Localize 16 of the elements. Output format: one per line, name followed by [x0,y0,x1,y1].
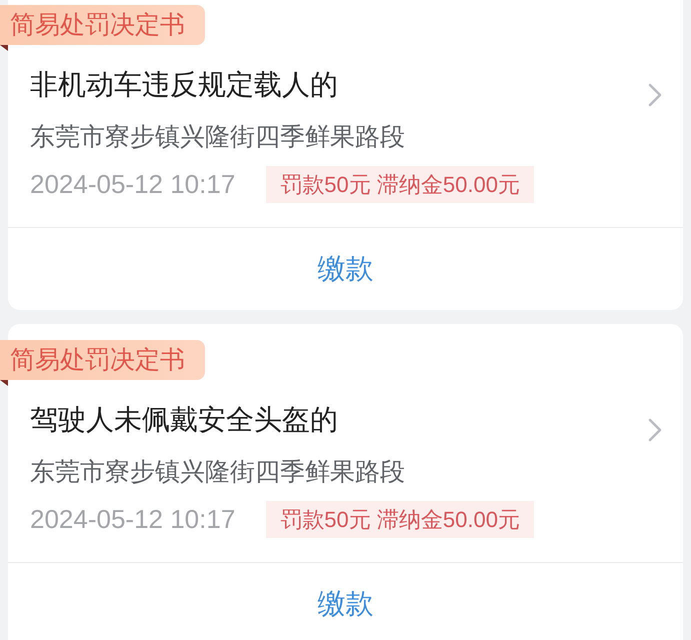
pay-button[interactable]: 缴款 [318,584,374,624]
ribbon-fold-icon [0,380,8,386]
violation-location: 东莞市寮步镇兴隆街四季鲜果路段 [30,457,405,488]
notice-type-badge: 简易处罚决定书 [0,5,205,45]
chevron-right-icon[interactable] [648,418,662,442]
fine-amount-tag: 罚款50元 滞纳金50.00元 [266,501,534,538]
violation-title: 非机动车违反规定载人的 [30,68,338,102]
chevron-right-icon[interactable] [648,83,662,107]
ribbon-fold-icon [0,45,8,51]
violation-location: 东莞市寮步镇兴隆街四季鲜果路段 [30,122,405,153]
violation-time: 2024-05-12 10:17 [30,168,236,201]
fine-amount-tag: 罚款50元 滞纳金50.00元 [266,166,534,203]
violation-time: 2024-05-12 10:17 [30,503,236,536]
violation-title: 驾驶人未佩戴安全头盔的 [30,403,338,437]
pay-button[interactable]: 缴款 [318,249,374,289]
notice-type-badge: 简易处罚决定书 [0,340,205,380]
